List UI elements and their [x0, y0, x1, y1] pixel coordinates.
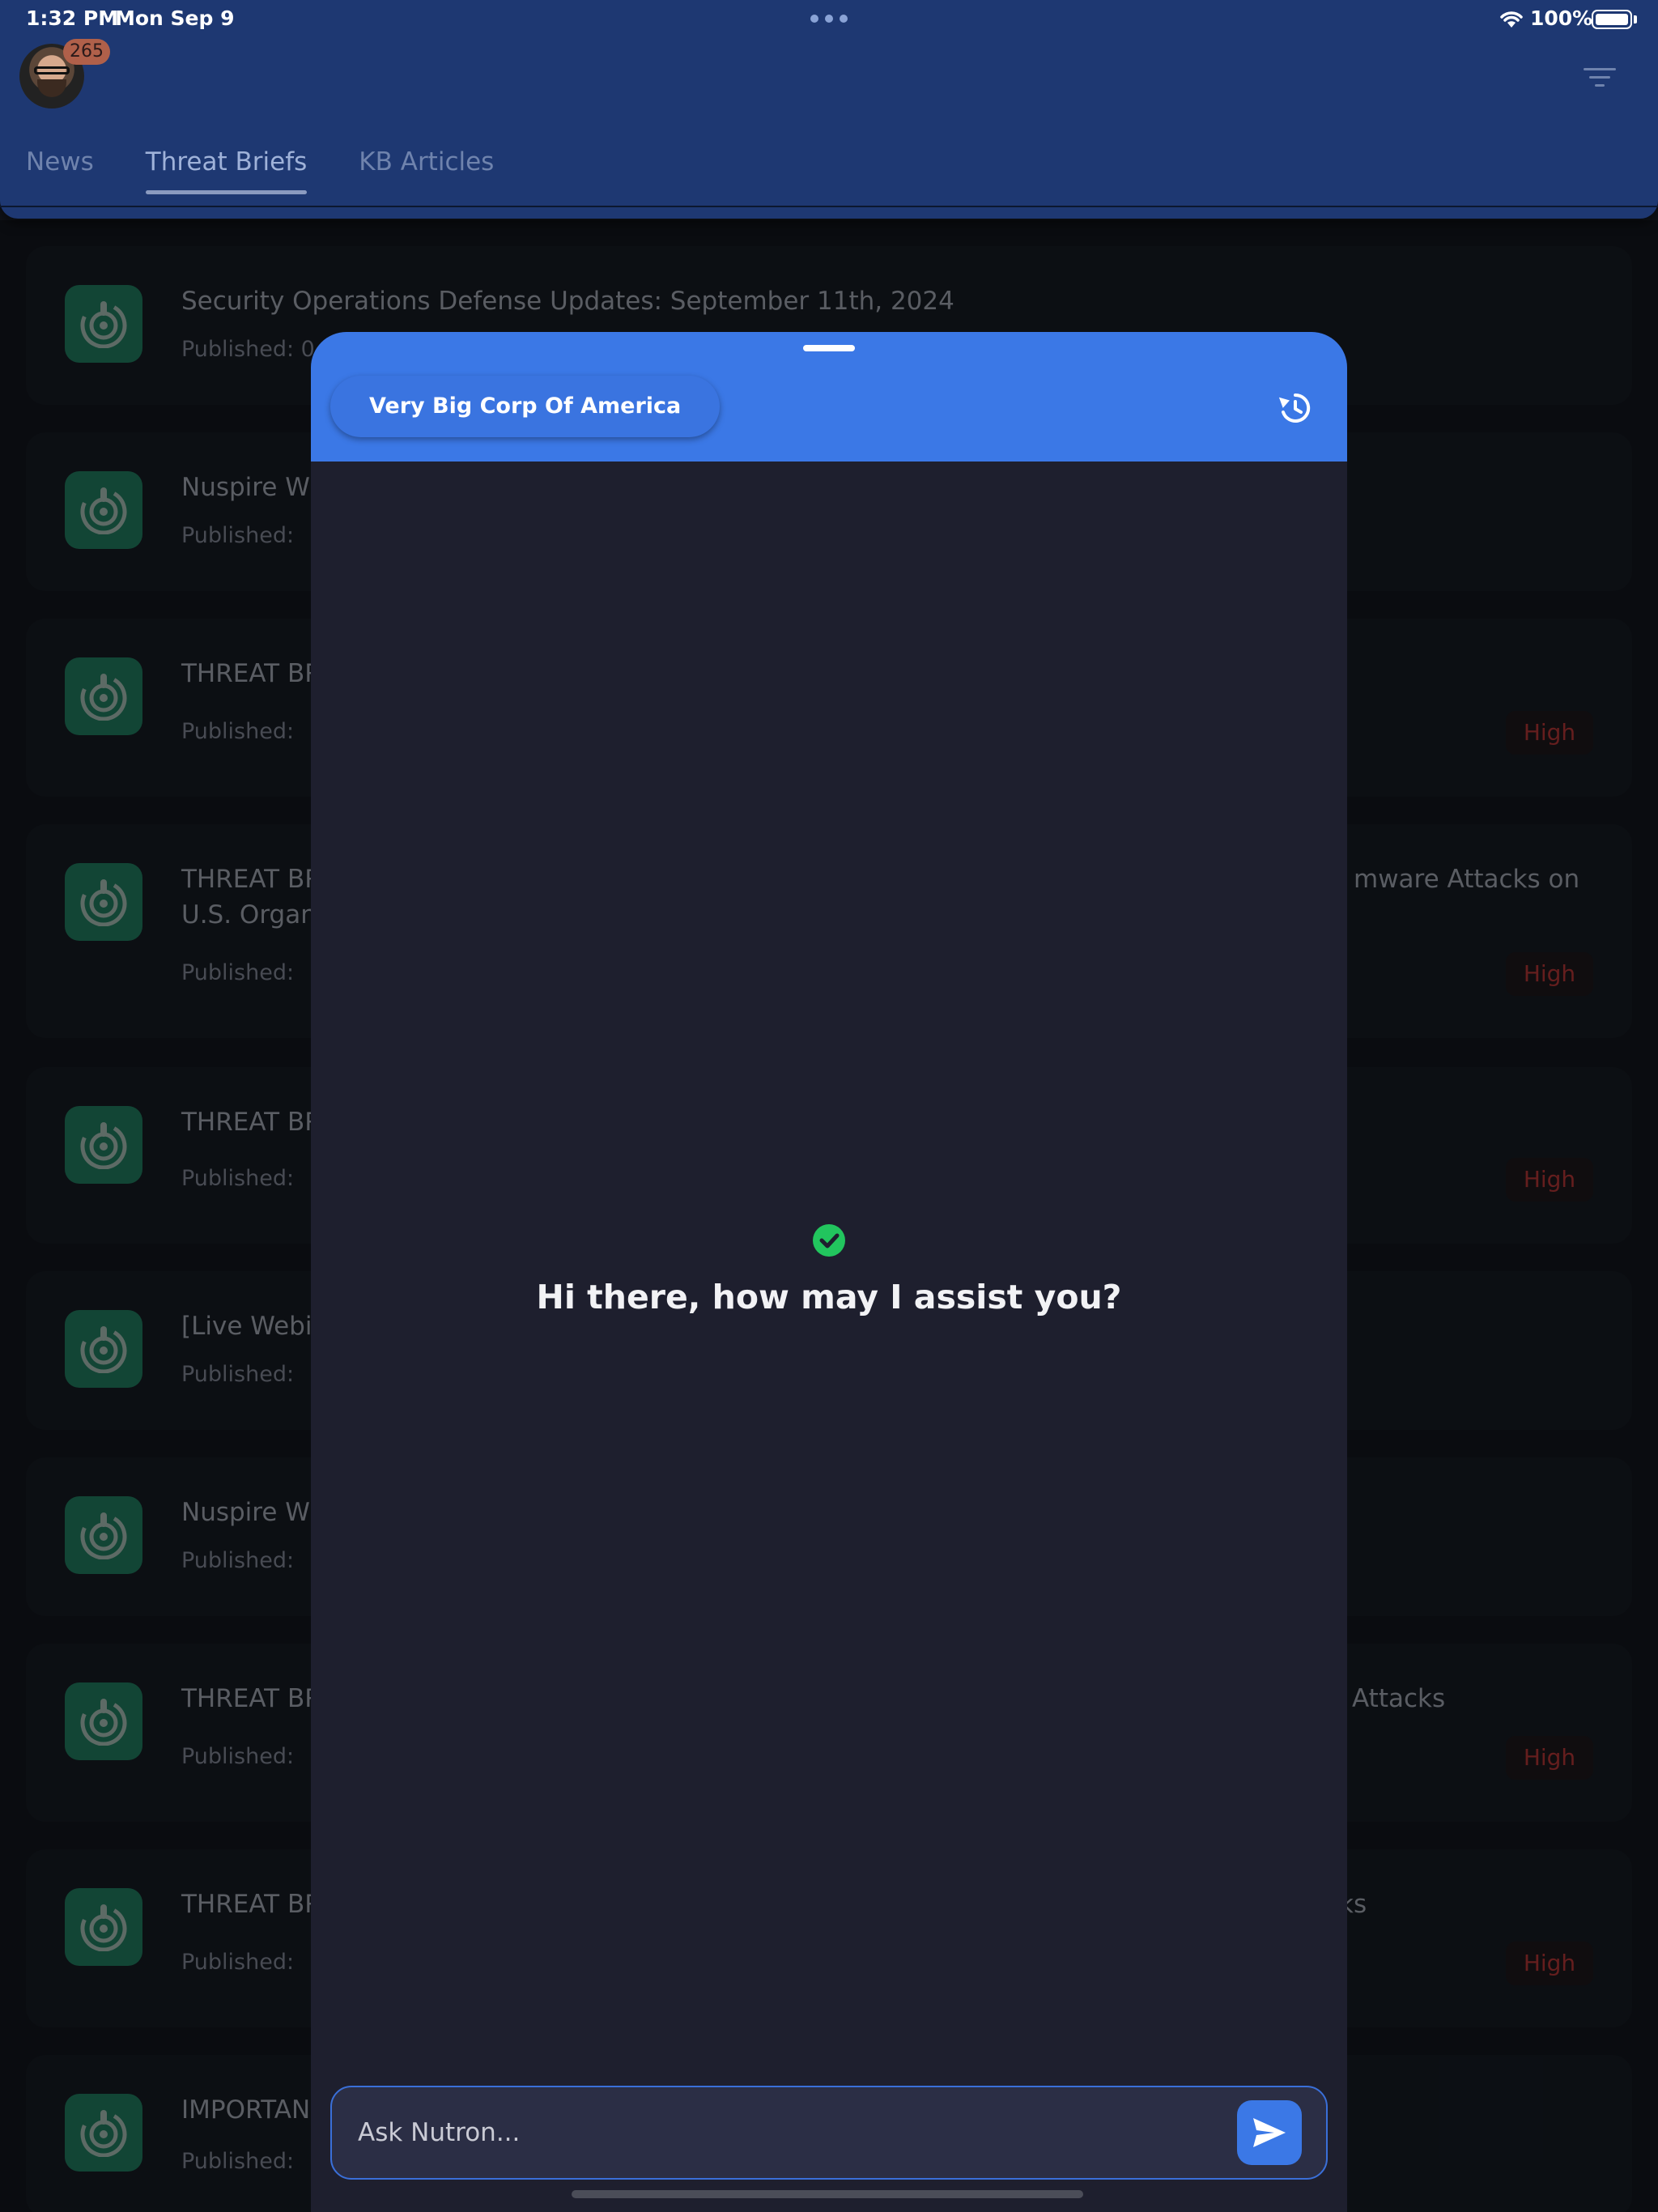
multitasking-dots-icon[interactable]	[810, 15, 848, 23]
battery-percent: 100%	[1530, 6, 1593, 30]
wifi-icon	[1500, 11, 1523, 28]
history-icon[interactable]	[1276, 390, 1312, 426]
assistant-sheet-header: Very Big Corp Of America	[311, 332, 1347, 462]
notification-badge: 265	[63, 39, 110, 65]
tab-divider	[0, 206, 1658, 207]
assistant-greeting: Hi there, how may I assist you?	[536, 1278, 1122, 1317]
app-header: 1:32 PM Mon Sep 9 100% 265 News Threat B…	[0, 0, 1658, 219]
tab-news[interactable]: News	[26, 147, 94, 194]
battery-icon	[1592, 10, 1632, 29]
check-circle-icon	[813, 1224, 845, 1257]
organization-selector-button[interactable]: Very Big Corp Of America	[330, 376, 721, 437]
tab-bar: News Threat Briefs KB Articles	[26, 147, 494, 194]
chat-input-container	[330, 2086, 1328, 2180]
sheet-drag-handle[interactable]	[803, 345, 855, 351]
assistant-sheet: Very Big Corp Of America Hi there, how m…	[311, 332, 1347, 2212]
home-indicator[interactable]	[572, 2190, 1083, 2198]
send-icon	[1253, 2118, 1286, 2147]
chat-input[interactable]	[358, 2087, 1167, 2178]
status-time: 1:32 PM	[26, 6, 119, 30]
status-date: Mon Sep 9	[115, 6, 235, 30]
send-button[interactable]	[1237, 2100, 1302, 2165]
tab-kb-articles[interactable]: KB Articles	[359, 147, 494, 194]
battery-tip	[1634, 15, 1637, 23]
tab-threat-briefs[interactable]: Threat Briefs	[145, 147, 307, 194]
filter-icon[interactable]	[1582, 65, 1618, 91]
